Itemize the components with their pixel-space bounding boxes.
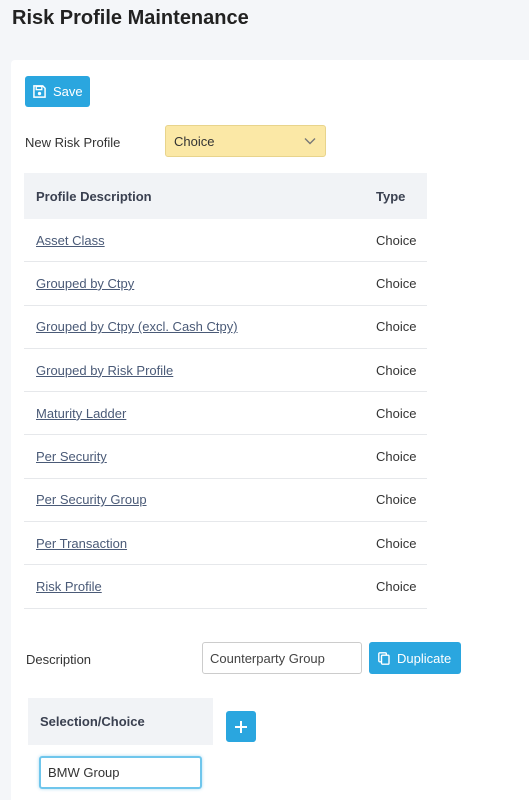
- profile-type-cell: Choice: [376, 362, 417, 378]
- profile-description-cell: Maturity Ladder: [24, 406, 364, 421]
- table-body: Asset Class Choice Grouped by Ctpy Choice Gr…: [24, 219, 427, 609]
- profile-description-cell: Per Transaction: [24, 536, 364, 551]
- table-row: Maturity Ladder Choice: [24, 392, 427, 436]
- selection-choice-input[interactable]: BMW Group: [39, 756, 202, 789]
- table-header: Profile Description Type: [24, 173, 427, 219]
- description-input[interactable]: Counterparty Group: [202, 642, 362, 674]
- profile-description-link[interactable]: Risk Profile: [36, 579, 102, 594]
- profile-type-cell: Choice: [376, 405, 417, 421]
- save-button[interactable]: Save: [25, 76, 90, 107]
- profile-description-cell: Grouped by Risk Profile: [24, 363, 364, 378]
- new-risk-profile-select[interactable]: Choice: [165, 125, 326, 157]
- duplicate-button-label: Duplicate: [397, 650, 452, 666]
- table-row: Grouped by Ctpy (excl. Cash Ctpy) Choice: [24, 306, 427, 349]
- profile-description-cell: Per Security Group: [24, 492, 364, 507]
- save-button-label: Save: [53, 84, 83, 99]
- floppy-disk-icon: [33, 85, 46, 98]
- copy-icon: [378, 651, 390, 665]
- profile-type-cell: Choice: [376, 492, 417, 508]
- profile-type-cell: Choice: [376, 319, 417, 335]
- profile-type-cell: Choice: [376, 535, 417, 551]
- profile-type-cell: Choice: [376, 275, 417, 291]
- profile-description-link[interactable]: Per Security: [36, 449, 107, 464]
- profile-description-link[interactable]: Per Transaction: [36, 536, 127, 551]
- new-risk-profile-value: Choice: [174, 133, 215, 149]
- profile-description-cell: Risk Profile: [24, 579, 364, 594]
- new-risk-profile-label: New Risk Profile: [25, 135, 121, 150]
- table-row: Per Transaction Choice: [24, 522, 427, 566]
- selection-choice-header: Selection/Choice: [28, 698, 213, 745]
- column-header-description: Profile Description: [36, 188, 152, 204]
- profile-type-cell: Choice: [376, 449, 417, 465]
- plus-icon: [235, 720, 247, 733]
- table-row: Grouped by Risk Profile Choice: [24, 349, 427, 393]
- risk-profile-table: Profile Description Type Asset Class Choi…: [24, 173, 427, 609]
- profile-description-cell: Asset Class: [24, 233, 364, 248]
- table-row: Grouped by Ctpy Choice: [24, 262, 427, 306]
- profile-type-cell: Choice: [376, 579, 417, 595]
- profile-description-cell: Per Security: [24, 449, 364, 464]
- profile-description-link[interactable]: Maturity Ladder: [36, 406, 126, 421]
- profile-description-cell: Grouped by Ctpy: [24, 276, 364, 291]
- chevron-down-icon: [304, 138, 316, 145]
- page-title: Risk Profile Maintenance: [12, 7, 249, 29]
- table-row: Asset Class Choice: [24, 219, 427, 263]
- table-row: Per Security Choice: [24, 435, 427, 479]
- add-choice-button[interactable]: [226, 711, 256, 742]
- profile-description-link[interactable]: Asset Class: [36, 233, 105, 248]
- profile-description-link[interactable]: Grouped by Ctpy (excl. Cash Ctpy): [36, 319, 238, 334]
- profile-description-link[interactable]: Per Security Group: [36, 492, 147, 507]
- profile-description-link[interactable]: Grouped by Risk Profile: [36, 363, 173, 378]
- description-label: Description: [26, 652, 92, 667]
- column-header-type: Type: [376, 188, 406, 204]
- profile-type-cell: Choice: [376, 232, 417, 248]
- profile-description-link[interactable]: Grouped by Ctpy: [36, 276, 134, 291]
- duplicate-button[interactable]: Duplicate: [369, 642, 461, 674]
- profile-description-cell: Grouped by Ctpy (excl. Cash Ctpy): [24, 319, 364, 334]
- main-card: Save New Risk Profile Choice Profile Des…: [11, 60, 529, 800]
- table-row: Per Security Group Choice: [24, 479, 427, 523]
- table-row: Risk Profile Choice: [24, 565, 427, 609]
